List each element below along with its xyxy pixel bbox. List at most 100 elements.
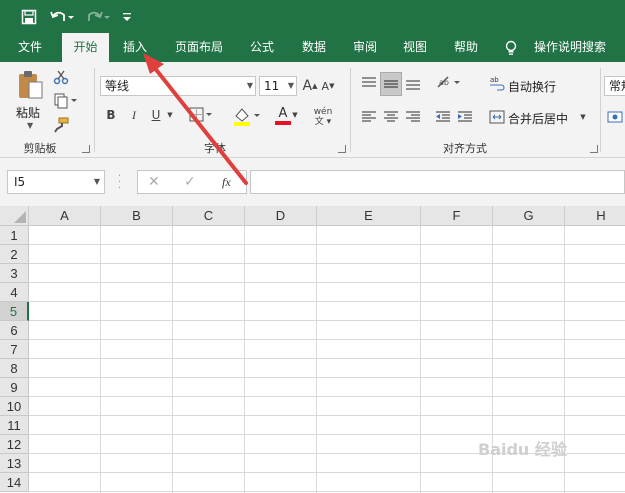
chevron-down-icon[interactable]: ▼	[290, 110, 300, 120]
italic-button[interactable]: I	[127, 106, 141, 124]
row-header-selected[interactable]: 5	[0, 302, 29, 321]
align-bottom-icon[interactable]	[404, 74, 422, 92]
grow-font-icon[interactable]: A ▲	[302, 76, 318, 96]
gridline	[316, 226, 317, 493]
enter-icon[interactable]: ✓	[184, 174, 196, 190]
row-header[interactable]: 4	[0, 283, 29, 302]
formula-buttons: ✕ ✓ fx	[137, 170, 247, 194]
paste-icon[interactable]	[14, 68, 46, 102]
gridline	[29, 396, 625, 397]
formula-bar-grip-icon[interactable]: · · ·	[118, 172, 121, 194]
name-box[interactable]: I5 ▼	[7, 170, 105, 194]
customize-icon[interactable]	[120, 8, 134, 26]
wrap-text-label[interactable]: 自动换行	[508, 78, 556, 95]
copy-icon[interactable]	[52, 92, 80, 110]
underline-button[interactable]: U	[149, 106, 163, 124]
row-header[interactable]: 2	[0, 245, 29, 264]
insert-function-icon[interactable]: fx	[222, 175, 231, 190]
tab-view[interactable]: 视图	[394, 33, 436, 62]
merge-center-icon[interactable]	[488, 108, 506, 126]
format-painter-icon[interactable]	[52, 116, 70, 134]
align-right-icon[interactable]	[404, 108, 422, 126]
tell-me-search[interactable]: 操作说明搜索	[530, 33, 610, 62]
chevron-down-icon[interactable]: ▼	[165, 110, 175, 120]
increase-indent-icon[interactable]	[456, 108, 474, 126]
row-header[interactable]: 9	[0, 378, 29, 397]
column-header[interactable]: D	[245, 206, 317, 226]
title-bar	[0, 0, 625, 33]
align-top-icon[interactable]	[360, 74, 378, 92]
formula-input[interactable]	[250, 170, 625, 194]
alignment-group-label: 对齐方式	[443, 142, 487, 155]
cancel-icon[interactable]: ✕	[148, 174, 160, 190]
align-center-icon[interactable]	[382, 108, 400, 126]
phonetic-guide-icon[interactable]: wén 文 ▾	[308, 104, 338, 130]
group-divider	[600, 68, 601, 152]
paste-dropdown-icon[interactable]: ▼	[27, 121, 33, 130]
lightbulb-icon[interactable]	[504, 33, 518, 62]
decrease-indent-icon[interactable]	[434, 108, 452, 126]
tab-page-layout[interactable]: 页面布局	[168, 33, 230, 62]
tab-insert[interactable]: 插入	[114, 33, 156, 62]
orientation-icon[interactable]: ab	[436, 74, 464, 92]
gridline	[29, 377, 625, 378]
undo-icon[interactable]	[48, 8, 76, 26]
row-header[interactable]: 7	[0, 340, 29, 359]
row-header[interactable]: 8	[0, 359, 29, 378]
currency-format-icon[interactable]	[606, 108, 624, 126]
number-format-select[interactable]: 常规	[604, 76, 625, 96]
borders-icon[interactable]	[188, 106, 214, 124]
tab-formulas[interactable]: 公式	[241, 33, 283, 62]
ribbon-tabs: 文件 开始 插入 页面布局 公式 数据 审阅 视图 帮助 操作说明搜索	[0, 33, 625, 62]
tab-data[interactable]: 数据	[293, 33, 335, 62]
group-divider	[350, 68, 351, 152]
column-header[interactable]: F	[421, 206, 493, 226]
row-header[interactable]: 12	[0, 435, 29, 454]
tab-review[interactable]: 审阅	[344, 33, 386, 62]
font-launcher-icon[interactable]	[338, 145, 346, 153]
save-icon[interactable]	[20, 8, 38, 26]
tab-file[interactable]: 文件	[10, 33, 50, 62]
column-header[interactable]: A	[29, 206, 101, 226]
align-left-icon[interactable]	[360, 108, 378, 126]
gridline	[29, 301, 625, 302]
chevron-down-icon: ▼	[93, 177, 100, 186]
font-size-select[interactable]: 11 ▼	[259, 76, 297, 96]
clipboard-launcher-icon[interactable]	[82, 145, 90, 153]
column-header[interactable]: G	[493, 206, 565, 226]
column-header[interactable]: C	[173, 206, 245, 226]
tab-home[interactable]: 开始	[62, 33, 109, 62]
ribbon-home: 粘贴 ▼ 剪贴板 等线 ▼ 11 ▼ A ▲ A ▼ B I U ▼ A ▼ wén 文 …	[0, 62, 625, 158]
chevron-down-icon[interactable]: ▼	[578, 112, 588, 122]
cut-icon[interactable]	[52, 68, 70, 86]
bold-button[interactable]: B	[104, 106, 118, 124]
column-header[interactable]: B	[101, 206, 173, 226]
column-header[interactable]: H	[565, 206, 625, 226]
gridline	[29, 320, 625, 321]
chevron-down-icon: ▼	[246, 81, 253, 90]
row-header[interactable]: 11	[0, 416, 29, 435]
row-header[interactable]: 6	[0, 321, 29, 340]
column-header[interactable]: E	[317, 206, 421, 226]
group-divider	[94, 68, 95, 152]
clipboard-group-label: 剪贴板	[23, 142, 57, 155]
shrink-font-icon[interactable]: A ▼	[320, 76, 336, 96]
row-header[interactable]: 14	[0, 473, 29, 492]
merge-center-label[interactable]: 合并后居中	[508, 110, 568, 127]
paste-button-label[interactable]: 粘贴	[16, 104, 40, 121]
select-all-corner[interactable]	[0, 206, 29, 226]
row-header[interactable]: 13	[0, 454, 29, 473]
tab-help[interactable]: 帮助	[445, 33, 487, 62]
row-header[interactable]: 1	[0, 226, 29, 245]
watermark: Baidu 经验	[478, 440, 567, 459]
font-name-select[interactable]: 等线 ▼	[100, 76, 256, 96]
wrap-text-icon[interactable]: ab	[488, 74, 506, 92]
row-header[interactable]: 3	[0, 264, 29, 283]
redo-icon[interactable]	[85, 8, 113, 26]
font-size-value: 11	[264, 79, 280, 93]
align-middle-icon[interactable]	[380, 72, 402, 96]
gridline	[29, 282, 625, 283]
row-header[interactable]: 10	[0, 397, 29, 416]
fill-color-icon[interactable]	[232, 106, 262, 126]
alignment-launcher-icon[interactable]	[590, 145, 598, 153]
